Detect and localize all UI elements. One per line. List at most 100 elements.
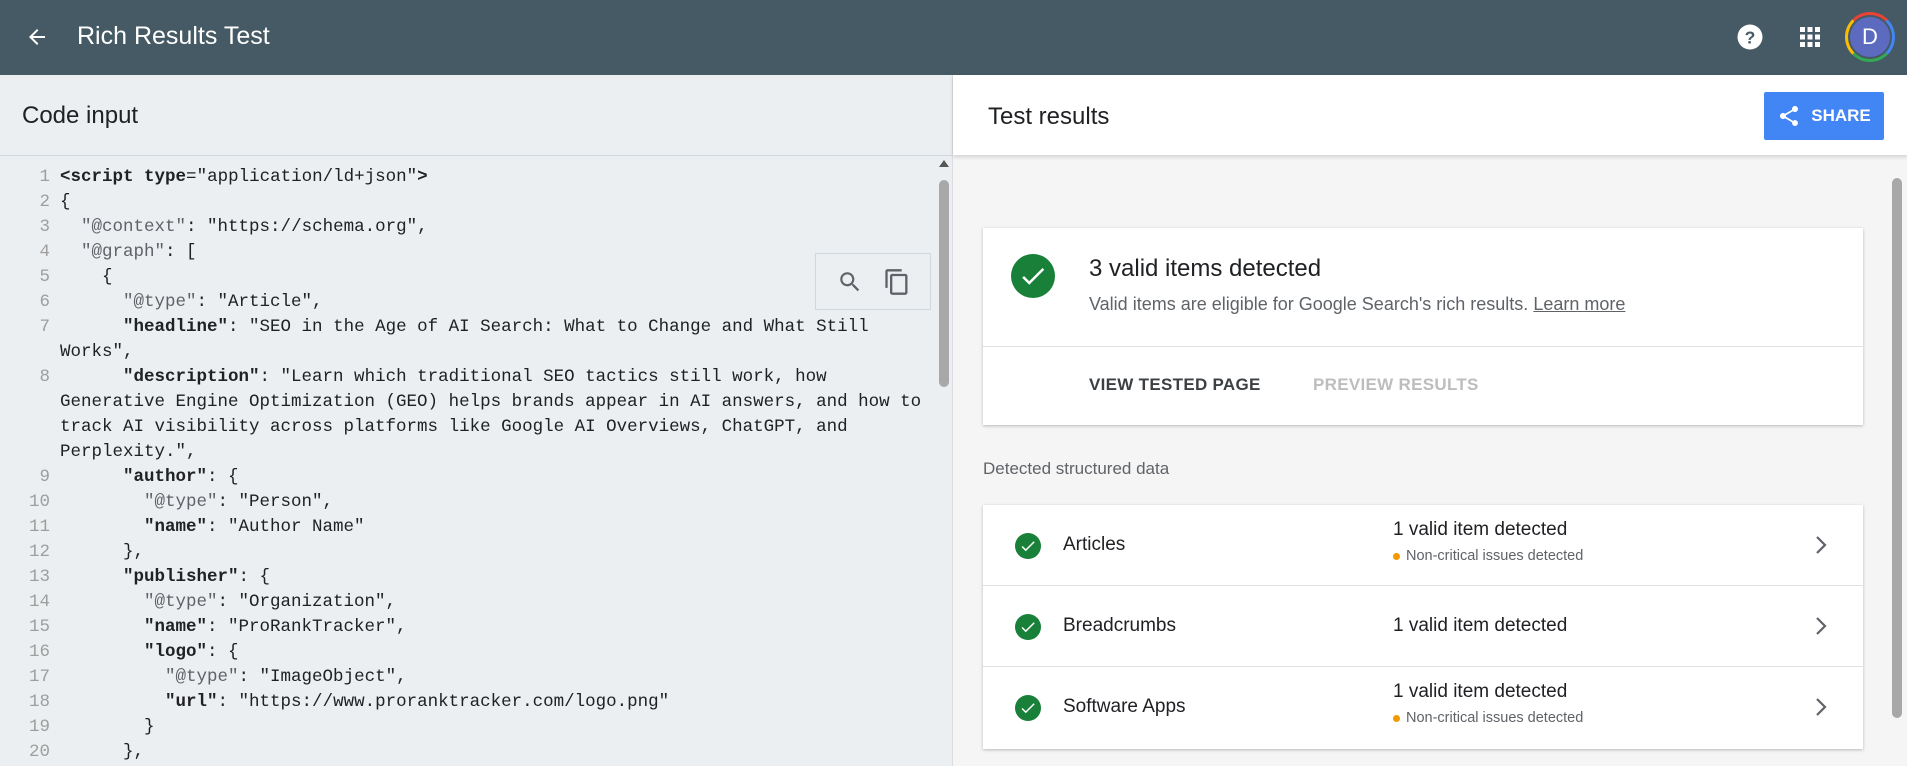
apps-button[interactable] bbox=[1793, 20, 1827, 54]
scroll-up-arrow-icon[interactable] bbox=[939, 160, 949, 167]
code-text: "name": "Author Name" bbox=[144, 517, 365, 537]
code-text: "description": "Learn which traditional … bbox=[60, 367, 932, 462]
account-avatar[interactable]: D bbox=[1845, 12, 1895, 62]
share-icon bbox=[1780, 106, 1799, 126]
item-name: Articles bbox=[1063, 534, 1126, 555]
line-number: 6 bbox=[39, 292, 50, 312]
valid-check-icon bbox=[1015, 533, 1041, 559]
search-code-button[interactable] bbox=[835, 267, 865, 297]
item-issue-text: Non-critical issues detected bbox=[1406, 548, 1584, 564]
line-number: 3 bbox=[39, 217, 50, 237]
results-scrollbar[interactable] bbox=[1889, 160, 1905, 766]
code-line: 20 }, bbox=[0, 740, 932, 765]
help-button[interactable]: ? bbox=[1733, 20, 1767, 54]
code-text: "publisher": { bbox=[123, 567, 271, 587]
apps-grid-icon bbox=[1800, 27, 1820, 47]
warning-dot-icon bbox=[1393, 714, 1400, 722]
line-number: 14 bbox=[28, 592, 50, 612]
code-input-panel: Code input 1 <script type="application/ld… bbox=[0, 75, 952, 766]
code-line: 5 { bbox=[0, 265, 932, 290]
copy-icon bbox=[884, 268, 907, 295]
item-status: 1 valid item detected bbox=[1393, 681, 1568, 702]
code-text: "@type": "ImageObject", bbox=[165, 667, 407, 687]
item-status: 1 valid item detected bbox=[1393, 519, 1568, 540]
top-app-bar: Rich Results Test ? D bbox=[0, 0, 1907, 75]
code-line: 12 }, bbox=[0, 540, 932, 565]
svg-text:?: ? bbox=[1745, 27, 1756, 47]
line-number: 18 bbox=[28, 692, 50, 712]
preview-results-button: PREVIEW RESULTS bbox=[1313, 375, 1479, 394]
structured-data-item-software-apps[interactable]: Software Apps 1 valid item detected Non-… bbox=[983, 667, 1863, 748]
code-line: 18 "url": "https://www.proranktracker.co… bbox=[0, 690, 932, 715]
code-toolbar bbox=[815, 253, 931, 310]
code-line: 11 "name": "Author Name" bbox=[0, 515, 932, 540]
view-tested-page-button[interactable]: VIEW TESTED PAGE bbox=[1089, 375, 1261, 395]
chevron-right-icon bbox=[1811, 533, 1831, 557]
share-button[interactable]: SHARE bbox=[1764, 92, 1884, 140]
code-text: "logo": { bbox=[144, 642, 239, 662]
code-text: "@type": "Article", bbox=[123, 292, 323, 312]
warning-dot-icon bbox=[1393, 552, 1400, 560]
code-editor[interactable]: 1 <script type="application/ld+json"> 2{3 … bbox=[0, 156, 932, 766]
line-number: 10 bbox=[28, 492, 50, 512]
valid-check-icon bbox=[1015, 695, 1041, 721]
test-results-panel: Test results SHARE 3 valid items detecte… bbox=[952, 75, 1907, 766]
structured-data-item-articles[interactable]: Articles 1 valid item detected Non-criti… bbox=[983, 505, 1863, 586]
arrow-back-icon bbox=[29, 29, 45, 45]
code-line: 7 "headline": "SEO in the Age of AI Sear… bbox=[0, 315, 932, 365]
chevron-right-icon bbox=[1811, 614, 1831, 638]
item-issue: Non-critical issues detected bbox=[1393, 548, 1583, 564]
code-line: 3 "@context": "https://schema.org", bbox=[0, 215, 932, 240]
test-results-header: Test results SHARE bbox=[953, 75, 1907, 155]
search-icon bbox=[839, 271, 859, 291]
code-scrollbar-thumb[interactable] bbox=[939, 180, 949, 387]
code-text: <script type="application/ld+json"> bbox=[60, 167, 428, 187]
code-text: }, bbox=[60, 742, 145, 762]
code-text: "@context": "https://schema.org", bbox=[81, 217, 428, 237]
code-text: }, bbox=[60, 542, 145, 562]
code-line: 17 "@type": "ImageObject", bbox=[0, 665, 932, 690]
code-text: { bbox=[60, 267, 113, 287]
code-line: 14 "@type": "Organization", bbox=[0, 590, 932, 615]
divider bbox=[983, 346, 1863, 347]
share-label: SHARE bbox=[1811, 106, 1871, 125]
line-number: 1 bbox=[39, 167, 50, 187]
code-line: 9 "author": { bbox=[0, 465, 932, 490]
line-number: 19 bbox=[28, 717, 50, 737]
copy-code-button[interactable] bbox=[882, 267, 912, 297]
line-number: 4 bbox=[39, 242, 50, 262]
results-scrollbar-thumb[interactable] bbox=[1892, 178, 1902, 718]
help-icon: ? bbox=[1737, 24, 1763, 50]
code-line: 4 "@graph": [ bbox=[0, 240, 932, 265]
valid-check-icon bbox=[1015, 614, 1041, 640]
item-name: Breadcrumbs bbox=[1063, 615, 1176, 636]
code-input-header: Code input bbox=[0, 75, 952, 156]
line-number: 5 bbox=[39, 267, 50, 287]
code-text: } bbox=[60, 717, 155, 737]
code-text: "url": "https://www.proranktracker.com/l… bbox=[165, 692, 670, 712]
code-line: 13 "publisher": { bbox=[0, 565, 932, 590]
code-line: 15 "name": "ProRankTracker", bbox=[0, 615, 932, 640]
code-line: 10 "@type": "Person", bbox=[0, 490, 932, 515]
item-issue-text: Non-critical issues detected bbox=[1406, 710, 1584, 726]
chevron-right-icon bbox=[1811, 695, 1831, 719]
code-line: 19 } bbox=[0, 715, 932, 740]
code-line: 6 "@type": "Article", bbox=[0, 290, 932, 315]
code-line: 16 "logo": { bbox=[0, 640, 932, 665]
code-line: 2{ bbox=[0, 190, 932, 215]
structured-data-item-breadcrumbs[interactable]: Breadcrumbs 1 valid item detected bbox=[983, 586, 1863, 667]
learn-more-link[interactable]: Learn more bbox=[1533, 294, 1625, 314]
line-number: 16 bbox=[28, 642, 50, 662]
code-scrollbar[interactable] bbox=[936, 160, 952, 766]
item-status: 1 valid item detected bbox=[1393, 615, 1568, 636]
line-number: 15 bbox=[28, 617, 50, 637]
code-text: "author": { bbox=[123, 467, 239, 487]
line-number: 9 bbox=[39, 467, 50, 487]
item-name: Software Apps bbox=[1063, 696, 1186, 717]
back-button[interactable] bbox=[20, 20, 54, 54]
item-issue: Non-critical issues detected bbox=[1393, 710, 1583, 726]
code-text: "name": "ProRankTracker", bbox=[144, 617, 407, 637]
line-number: 11 bbox=[28, 517, 50, 537]
line-number: 13 bbox=[28, 567, 50, 587]
summary-subtitle-text: Valid items are eligible for Google Sear… bbox=[1089, 294, 1529, 314]
